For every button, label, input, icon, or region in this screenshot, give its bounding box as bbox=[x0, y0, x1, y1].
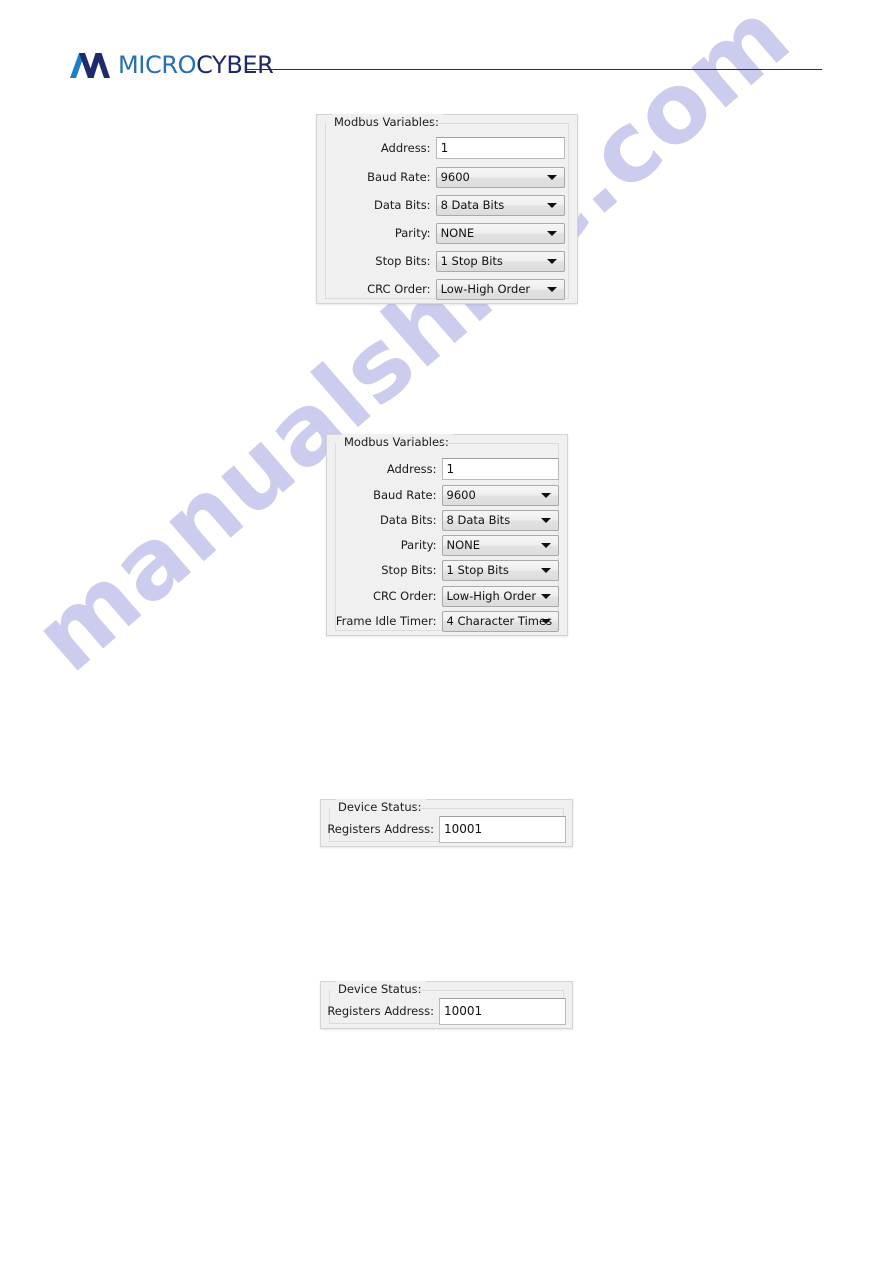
label-stop-bits: Stop Bits: bbox=[375, 254, 431, 268]
input-registers-address[interactable]: 10001 bbox=[439, 815, 566, 843]
select-crc-order[interactable]: Low-High Order bbox=[441, 585, 559, 607]
row-crc-order: CRC Order: Low-High Order bbox=[317, 278, 565, 300]
label-parity: Parity: bbox=[400, 538, 437, 552]
chevron-down-icon bbox=[547, 287, 557, 292]
groupbox-legend: Device Status: bbox=[336, 799, 426, 815]
groupbox-top-rule bbox=[416, 808, 563, 809]
select-crc-order-value: Low-High Order bbox=[446, 589, 537, 603]
select-parity-value: NONE bbox=[446, 538, 481, 552]
select-data-bits-value: 8 Data Bits bbox=[440, 198, 505, 212]
select-stop-bits[interactable]: 1 Stop Bits bbox=[441, 559, 559, 581]
page-header: MICROCYBER bbox=[0, 0, 893, 100]
modbus-variables-panel-2: Modbus Variables: Address: 1 Baud Rate: … bbox=[326, 434, 568, 636]
select-data-bits[interactable]: 8 Data Bits bbox=[435, 194, 565, 216]
header-divider-line bbox=[247, 69, 822, 70]
chevron-down-icon bbox=[547, 175, 557, 180]
row-registers-address: Registers Address: 10001 bbox=[321, 815, 566, 843]
brand-wordmark: MICROCYBER bbox=[118, 51, 274, 79]
modbus-variables-panel-1: Modbus Variables: Address: 1 Baud Rate: … bbox=[316, 114, 578, 304]
row-baud-rate: Baud Rate: 9600 bbox=[327, 484, 559, 506]
input-address[interactable]: 1 bbox=[441, 458, 559, 480]
row-parity: Parity: NONE bbox=[327, 534, 559, 556]
select-frame-idle-timer[interactable]: 4 Character Times bbox=[441, 610, 559, 632]
label-crc-order: CRC Order: bbox=[367, 282, 431, 296]
select-baud-rate-value: 9600 bbox=[446, 488, 476, 502]
select-baud-rate[interactable]: 9600 bbox=[435, 166, 565, 188]
chevron-down-icon bbox=[541, 619, 551, 624]
label-registers-address: Registers Address: bbox=[327, 1004, 434, 1018]
select-parity-value: NONE bbox=[440, 226, 475, 240]
select-crc-order-value: Low-High Order bbox=[440, 282, 531, 296]
chevron-down-icon bbox=[547, 259, 557, 264]
row-parity: Parity: NONE bbox=[317, 222, 565, 244]
row-stop-bits: Stop Bits: 1 Stop Bits bbox=[317, 250, 565, 272]
label-address: Address: bbox=[380, 141, 431, 155]
row-frame-idle-timer: Frame Idle Timer: 4 Character Times bbox=[327, 610, 559, 632]
select-data-bits[interactable]: 8 Data Bits bbox=[441, 509, 559, 531]
groupbox-legend: Modbus Variables: bbox=[342, 434, 453, 450]
row-address: Address: 1 bbox=[317, 137, 565, 159]
label-crc-order: CRC Order: bbox=[373, 589, 437, 603]
groupbox-legend: Modbus Variables: bbox=[332, 114, 443, 130]
device-status-panel-2: Device Status: Registers Address: 10001 bbox=[320, 981, 573, 1029]
select-frame-idle-timer-value: 4 Character Times bbox=[446, 614, 553, 628]
row-data-bits: Data Bits: 8 Data Bits bbox=[317, 194, 565, 216]
select-stop-bits-value: 1 Stop Bits bbox=[440, 254, 503, 268]
groupbox-top-rule bbox=[428, 123, 568, 124]
row-registers-address: Registers Address: 10001 bbox=[321, 997, 566, 1025]
row-baud-rate: Baud Rate: 9600 bbox=[317, 166, 565, 188]
row-address: Address: 1 bbox=[327, 458, 559, 480]
select-baud-rate[interactable]: 9600 bbox=[441, 484, 559, 506]
chevron-down-icon bbox=[547, 231, 557, 236]
label-registers-address: Registers Address: bbox=[327, 822, 434, 836]
label-parity: Parity: bbox=[394, 226, 431, 240]
chevron-down-icon bbox=[541, 543, 551, 548]
brand-word-cyber: CYBER bbox=[196, 51, 274, 79]
select-parity[interactable]: NONE bbox=[441, 534, 559, 556]
label-baud-rate: Baud Rate: bbox=[373, 488, 437, 502]
select-parity[interactable]: NONE bbox=[435, 222, 565, 244]
chevron-down-icon bbox=[541, 568, 551, 573]
label-stop-bits: Stop Bits: bbox=[381, 563, 437, 577]
groupbox-top-rule bbox=[416, 990, 563, 991]
device-status-panel-1: Device Status: Registers Address: 10001 bbox=[320, 799, 573, 847]
row-stop-bits: Stop Bits: 1 Stop Bits bbox=[327, 559, 559, 581]
groupbox-legend: Device Status: bbox=[336, 981, 426, 997]
label-baud-rate: Baud Rate: bbox=[367, 170, 431, 184]
input-registers-address[interactable]: 10001 bbox=[439, 997, 566, 1025]
brand-word-micro: MICRO bbox=[118, 51, 197, 79]
select-baud-rate-value: 9600 bbox=[440, 170, 470, 184]
label-data-bits: Data Bits: bbox=[373, 198, 431, 212]
chevron-down-icon bbox=[541, 518, 551, 523]
select-data-bits-value: 8 Data Bits bbox=[446, 513, 511, 527]
select-stop-bits[interactable]: 1 Stop Bits bbox=[435, 250, 565, 272]
microcyber-m-logo-icon bbox=[70, 53, 110, 78]
groupbox-top-rule bbox=[438, 443, 558, 444]
brand-logo: MICROCYBER bbox=[64, 48, 274, 82]
select-crc-order[interactable]: Low-High Order bbox=[435, 278, 565, 300]
row-data-bits: Data Bits: 8 Data Bits bbox=[327, 509, 559, 531]
label-frame-idle-timer: Frame Idle Timer: bbox=[335, 614, 437, 628]
label-address: Address: bbox=[386, 462, 437, 476]
row-crc-order: CRC Order: Low-High Order bbox=[327, 585, 559, 607]
chevron-down-icon bbox=[541, 493, 551, 498]
chevron-down-icon bbox=[547, 203, 557, 208]
label-data-bits: Data Bits: bbox=[379, 513, 437, 527]
select-stop-bits-value: 1 Stop Bits bbox=[446, 563, 509, 577]
input-address[interactable]: 1 bbox=[435, 137, 565, 159]
chevron-down-icon bbox=[541, 594, 551, 599]
